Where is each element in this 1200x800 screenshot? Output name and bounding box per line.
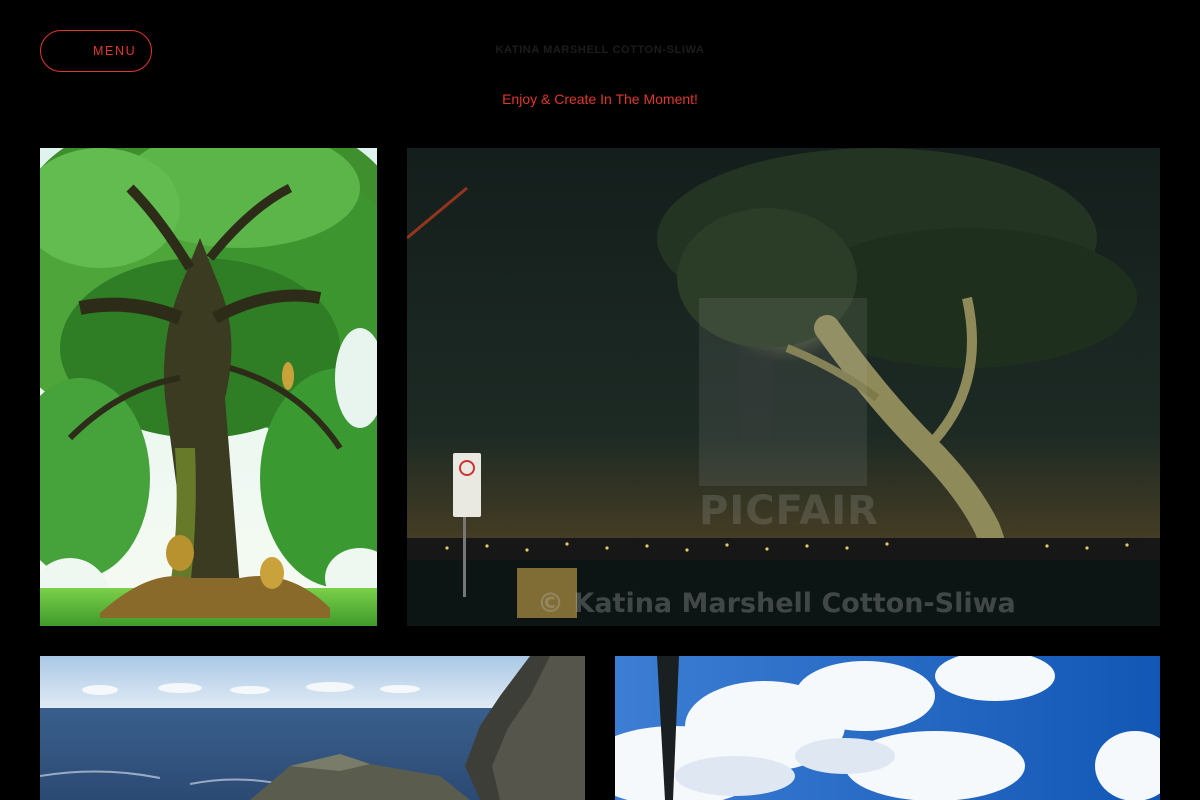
gallery-item-moon-tree[interactable]: PICFAIR © Katina Marshell Cotton-Sliwa [407, 148, 1160, 626]
sky-photo [615, 656, 1160, 800]
gallery-item-sky[interactable] [615, 656, 1160, 800]
tagline: Enjoy & Create In The Moment! [502, 91, 698, 107]
picfair-watermark: PICFAIR [699, 298, 879, 534]
gallery-item-coast[interactable] [40, 656, 585, 800]
watermark-text: PICFAIR [699, 488, 879, 534]
tree-photo [40, 148, 377, 626]
picfair-logo-box [699, 298, 867, 486]
gallery-item-tree[interactable] [40, 148, 377, 626]
site-title[interactable]: KATINA MARSHELL COTTON-SLIWA [0, 44, 1200, 56]
picfair-logo-glyph [739, 350, 773, 438]
copyright-overlay: © Katina Marshell Cotton-Sliwa [537, 588, 1016, 619]
coast-photo [40, 656, 585, 800]
page: MENU KATINA MARSHELL COTTON-SLIWA Enjoy … [0, 0, 1200, 800]
